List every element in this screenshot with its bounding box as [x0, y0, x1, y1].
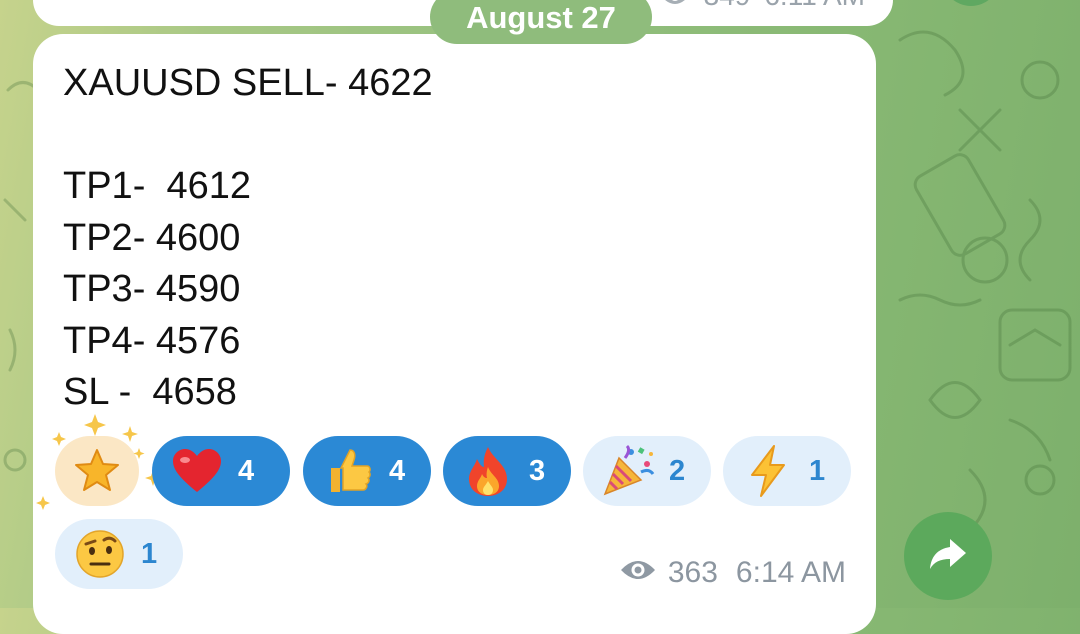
reaction-fire[interactable]: 3	[443, 436, 571, 506]
previous-views-count: 349	[704, 0, 751, 12]
reaction-high-voltage[interactable]: 1	[723, 436, 851, 506]
message-line: XAUUSD SELL- 4622	[63, 62, 433, 104]
share-button[interactable]	[904, 512, 992, 600]
reaction-star[interactable]	[36, 414, 161, 510]
reaction-count: 4	[238, 454, 255, 487]
reaction-heart[interactable]: 4	[152, 436, 290, 506]
views-eye-icon	[660, 0, 690, 6]
date-separator: August 27	[430, 0, 652, 44]
reaction-count: 1	[141, 537, 158, 570]
reaction-count: 4	[389, 454, 406, 487]
reaction-raised-eyebrow[interactable]: 1	[55, 519, 183, 589]
message-line: TP4- 4576	[63, 319, 241, 362]
reaction-party-popper[interactable]: 2	[583, 436, 711, 506]
message-text: XAUUSD SELL- 4622 TP1- 4612 TP2- 4600 TP3-…	[63, 58, 433, 419]
high-voltage-icon	[741, 444, 795, 498]
face-with-raised-eyebrow-icon	[73, 527, 127, 581]
views-count: 363	[667, 556, 718, 589]
views-eye-icon	[620, 556, 656, 590]
previous-message-time: 6:11 AM	[764, 0, 865, 12]
reaction-count: 3	[529, 454, 546, 487]
star-icon	[70, 444, 124, 498]
forward-arrow-icon	[928, 537, 968, 576]
red-heart-icon	[170, 444, 224, 498]
message-line: TP3- 4590	[63, 268, 241, 310]
message-time: 6:14 AM	[735, 556, 846, 589]
message-line: TP2- 4600	[63, 216, 241, 259]
previous-message-meta: 349 6:11 AM	[660, 0, 865, 12]
reaction-count: 2	[669, 454, 686, 487]
message-meta: 363 6:14 AM	[620, 556, 846, 590]
reaction-count: 1	[809, 454, 826, 487]
message-line	[63, 110, 433, 162]
message-line: SL - 4658	[63, 371, 237, 413]
message-bubble[interactable]: XAUUSD SELL- 4622 TP1- 4612 TP2- 4600 TP3-…	[33, 34, 876, 634]
message-line: TP1- 4612	[63, 165, 251, 207]
party-popper-icon	[601, 444, 655, 498]
thumbs-up-icon	[321, 444, 375, 498]
fire-icon	[461, 444, 515, 498]
previous-share-button[interactable]	[942, 0, 1000, 6]
reaction-thumbs-up[interactable]: 4	[303, 436, 431, 506]
